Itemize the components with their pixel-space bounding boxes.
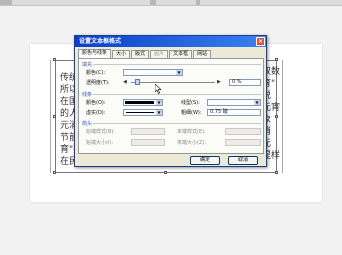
line-dashed-label: 虚实(D): [86, 110, 106, 116]
chevron-down-icon: ▼ [176, 70, 182, 75]
line-style-dropdown[interactable]: ▼ [207, 99, 261, 106]
arrows-separator [93, 123, 261, 124]
arrows-group-label: 箭头 [82, 121, 93, 127]
end-style-dropdown [225, 128, 261, 135]
line-weight-value: 0.75 磅 [210, 109, 228, 115]
tab-picture: 图片 [150, 50, 169, 58]
begin-style-dropdown [131, 128, 165, 135]
top-strip [0, 0, 342, 6]
begin-style-label: 始端样式(B): [86, 129, 116, 135]
chevron-down-icon: ▼ [254, 100, 260, 105]
transparency-value: 0 % [232, 79, 242, 85]
resize-handle-top-left[interactable] [53, 58, 56, 61]
transparency-slider-thumb[interactable] [135, 79, 140, 85]
tab-textbox[interactable]: 文本框 [169, 50, 193, 58]
dialog-titlebar[interactable]: 设置文本框格式 × [75, 36, 266, 47]
chevron-down-icon: ▼ [156, 110, 162, 115]
textbox-frame-left [50, 60, 51, 173]
top-strip-segment [0, 0, 12, 5]
line-group-label: 线条 [82, 92, 93, 98]
format-textbox-dialog: 设置文本框格式 × 颜色与线条 大小 版式 图片 文本框 网站 填充 颜色(C)… [74, 35, 267, 167]
tab-colors-and-lines[interactable]: 颜色与线条 [78, 49, 112, 58]
resize-handle-mid-left[interactable] [53, 115, 56, 118]
begin-size-label: 始端大小(I): [86, 140, 114, 146]
tab-web[interactable]: 网站 [193, 50, 212, 58]
resize-handle-mid-right[interactable] [275, 115, 278, 118]
dialog-tabs: 颜色与线条 大小 版式 图片 文本框 网站 [78, 49, 212, 58]
textbox-frame-right [282, 60, 283, 173]
line-color-label: 颜色(O): [86, 100, 106, 106]
tab-size[interactable]: 大小 [112, 50, 131, 58]
dashed-preview-line [126, 112, 154, 113]
line-color-swatch [125, 101, 154, 104]
end-size-label: 末端大小(Z): [177, 140, 207, 146]
fill-separator [93, 64, 261, 65]
top-strip-segment [150, 0, 156, 5]
end-size-dropdown [225, 139, 261, 146]
line-color-dropdown[interactable]: ▼ [123, 99, 163, 106]
fill-group-label: 填充 [82, 62, 93, 68]
transparency-spinbox[interactable]: 0 % [229, 79, 261, 86]
close-button[interactable]: × [256, 37, 265, 46]
resize-handle-top-right[interactable] [275, 58, 278, 61]
resize-handle-bottom-center[interactable] [164, 171, 167, 174]
line-separator [93, 94, 261, 95]
transparency-label: 透明度(T): [86, 80, 110, 86]
fill-color-label: 颜色(C): [86, 70, 106, 76]
line-weight-label: 粗细(W): [181, 110, 202, 116]
fill-color-dropdown[interactable]: ▼ [123, 69, 183, 76]
line-weight-spinbox[interactable]: 0.75 磅 [207, 109, 261, 116]
ok-button[interactable]: 确定 [190, 156, 220, 165]
chevron-down-icon: ▼ [156, 100, 162, 105]
tab-layout[interactable]: 版式 [131, 50, 150, 58]
colors-lines-panel: 填充 颜色(C): ▼ 透明度(T): ◀ ▶ 0 % 线条 颜色(O): ▼ … [78, 58, 264, 154]
resize-handle-bottom-right[interactable] [275, 171, 278, 174]
dialog-title: 设置文本框格式 [79, 38, 122, 45]
transparency-slider-track[interactable] [131, 82, 215, 83]
end-style-label: 末端样式(E): [177, 129, 206, 135]
begin-size-dropdown [131, 139, 165, 146]
slider-right-arrow-icon[interactable]: ▶ [217, 79, 221, 85]
line-dashed-dropdown[interactable]: ▼ [123, 109, 163, 116]
top-strip-segment [196, 0, 200, 5]
line-style-label: 线型(S): [181, 100, 200, 106]
cancel-button[interactable]: 取消 [228, 156, 258, 165]
mouse-pointer-icon [155, 84, 161, 94]
slider-left-arrow-icon[interactable]: ◀ [123, 79, 127, 85]
resize-handle-bottom-left[interactable] [53, 171, 56, 174]
